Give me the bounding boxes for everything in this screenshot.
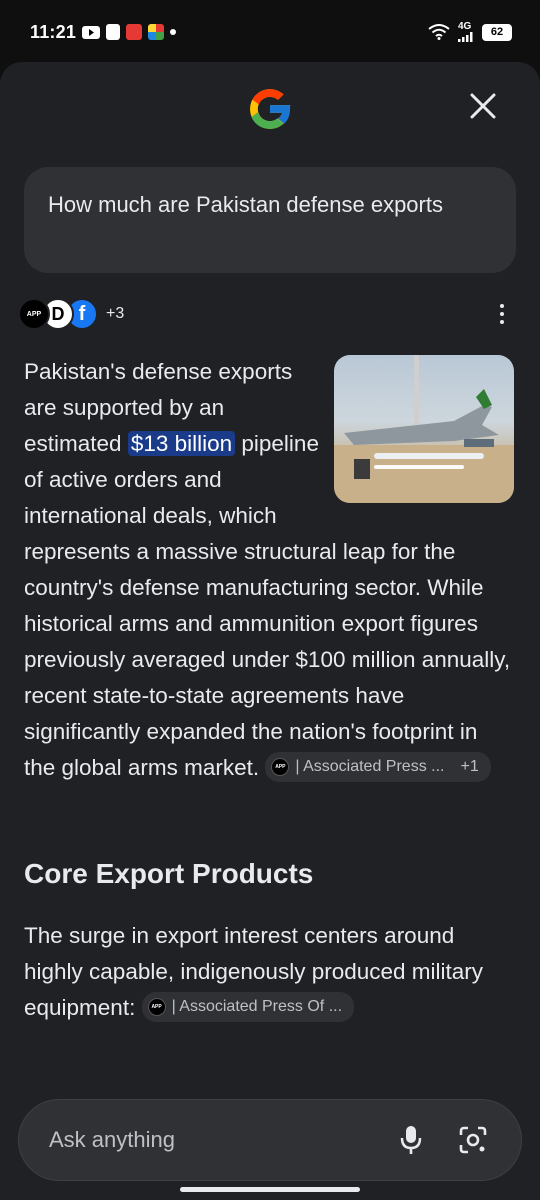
- status-time: 11:21: [30, 21, 77, 42]
- youtube-notification-icon: [82, 25, 101, 39]
- sources-row[interactable]: APP D f +3: [18, 298, 124, 330]
- ask-input-bar[interactable]: Ask anything: [18, 1099, 522, 1181]
- wifi-icon: [428, 24, 450, 40]
- more-options-button[interactable]: [488, 300, 516, 328]
- answer-thumbnail-image[interactable]: [334, 355, 514, 503]
- kebab-dot: [500, 312, 504, 316]
- sim-notification-icon: [106, 24, 121, 40]
- lens-search-button[interactable]: [451, 1118, 495, 1162]
- citation-label: | Associated Press Of ...: [171, 998, 343, 1016]
- source-avatar-app[interactable]: APP: [18, 298, 50, 330]
- citation-chip[interactable]: APP | Associated Press Of ...: [141, 992, 355, 1023]
- network-type: 4G: [458, 21, 472, 32]
- ask-input[interactable]: Ask anything: [49, 1127, 389, 1153]
- kebab-dot: [500, 320, 504, 324]
- section-heading: Core Export Products: [24, 858, 314, 889]
- answer-highlight[interactable]: $13 billion: [127, 431, 236, 456]
- close-icon: [470, 93, 496, 119]
- app-grid-notification-icon: [148, 24, 165, 40]
- user-query-bubble[interactable]: How much are Pakistan defense exports: [24, 167, 516, 273]
- ai-answer-text: Pakistan's defense exports are supported…: [24, 354, 514, 786]
- app-notification-icon: [126, 24, 143, 40]
- home-indicator[interactable]: [180, 1187, 360, 1192]
- citation-label: | Associated Press ...: [295, 758, 445, 776]
- status-bar: 11:21 4G 62: [0, 0, 540, 64]
- battery-icon: 62: [482, 23, 512, 41]
- citation-chip[interactable]: APP | Associated Press ... +1: [265, 752, 491, 783]
- more-notifications-dot: [170, 29, 177, 35]
- camera-lens-icon: [459, 1126, 487, 1154]
- signal-icon: [458, 32, 473, 42]
- fighter-jet-illustration: [334, 355, 514, 503]
- ai-answer-sheet: How much are Pakistan defense exports AP…: [0, 62, 540, 1200]
- voice-search-button[interactable]: [389, 1118, 433, 1162]
- microphone-icon: [400, 1126, 422, 1154]
- kebab-dot: [500, 304, 504, 308]
- citation-count: +1: [460, 758, 479, 776]
- close-button[interactable]: [463, 86, 503, 126]
- citation-logo: APP: [271, 758, 290, 777]
- google-g-icon: [250, 89, 292, 129]
- citation-logo: APP: [147, 998, 166, 1017]
- section-text: The surge in export interest centers aro…: [24, 918, 514, 1026]
- more-sources-count[interactable]: +3: [106, 305, 124, 323]
